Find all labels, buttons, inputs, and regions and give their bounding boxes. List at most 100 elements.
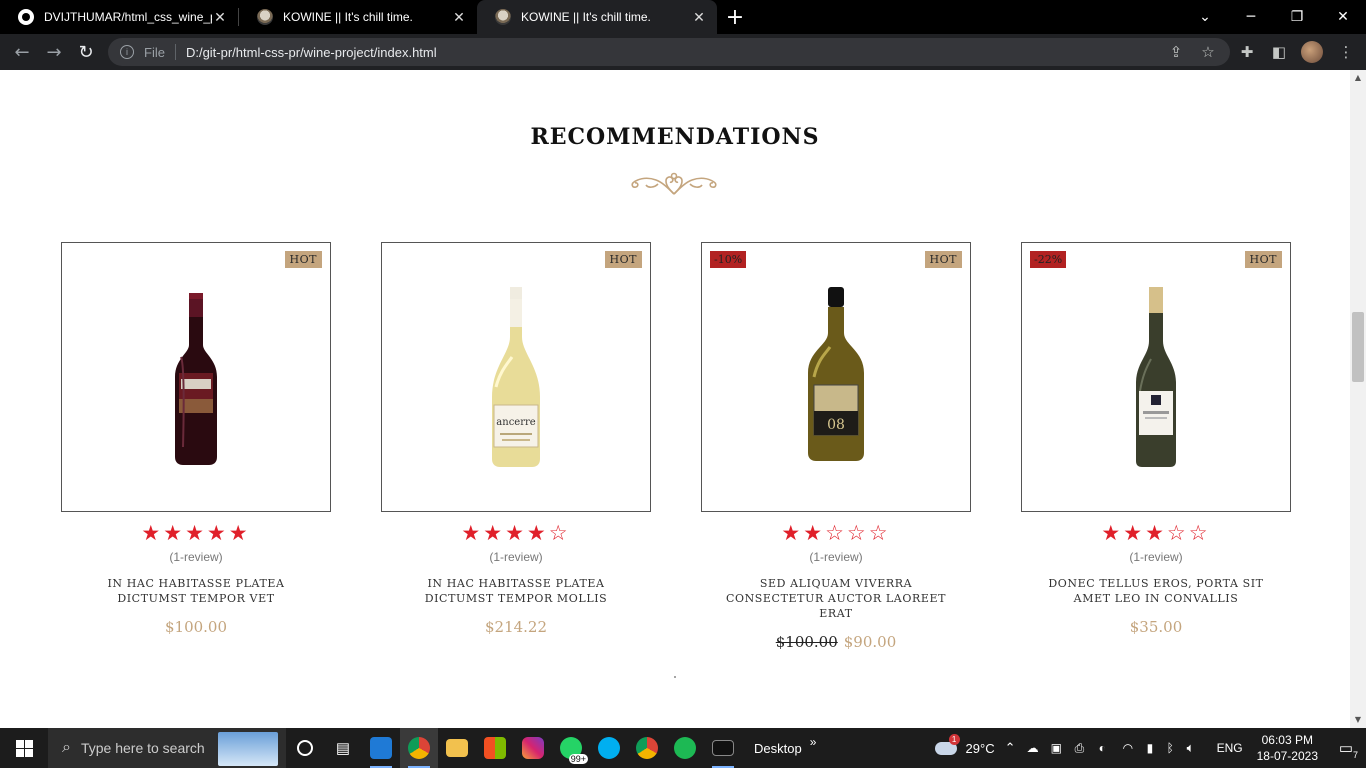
address-bar[interactable]: i File D:/git-pr/html-css-pr/wine-projec…: [108, 38, 1230, 66]
skype-icon[interactable]: [590, 728, 628, 768]
skype-glyph: [598, 737, 620, 759]
whatsapp-icon[interactable]: 99+: [552, 728, 590, 768]
weather-temperature[interactable]: 29°C: [966, 741, 995, 756]
close-icon[interactable]: ✕: [212, 9, 228, 25]
scrollbar-thumb[interactable]: [1352, 312, 1364, 382]
network-tray-icon[interactable]: ☁: [1027, 741, 1051, 755]
review-count[interactable]: (1-review): [381, 550, 651, 564]
rating-star-empty: ☆: [1166, 521, 1189, 545]
search-icon: ⌕: [62, 739, 71, 756]
close-icon[interactable]: ✕: [691, 9, 707, 25]
menu-icon[interactable]: ⋮: [1336, 42, 1356, 62]
info-icon[interactable]: i: [120, 45, 134, 59]
chrome-icon[interactable]: [400, 728, 438, 768]
cortana-icon[interactable]: [286, 728, 324, 768]
rating-star: ★: [483, 521, 506, 545]
web-page: RECOMMENDATIONS HOT ★★★★★ (1-review) IN …: [0, 70, 1350, 728]
minimize-icon[interactable]: ─: [1228, 0, 1274, 34]
instagram-glyph: [522, 737, 544, 759]
product-image-frame[interactable]: -10% HOT 08: [701, 242, 971, 512]
battery-icon[interactable]: ▮: [1147, 741, 1167, 755]
product-image-frame[interactable]: HOT: [61, 242, 331, 512]
start-button[interactable]: [0, 728, 48, 768]
back-icon[interactable]: ←: [6, 36, 38, 68]
price-current: $35.00: [1129, 618, 1183, 636]
window-close-icon[interactable]: ✕: [1320, 0, 1366, 34]
price-current: $100.00: [164, 618, 228, 636]
product-image-frame[interactable]: -22% HOT: [1021, 242, 1291, 512]
restore-icon[interactable]: ❐: [1274, 0, 1320, 34]
whatsapp-badge: 99+: [568, 754, 588, 764]
extensions-icon[interactable]: ✚: [1237, 42, 1257, 62]
bluetooth-icon[interactable]: ᛒ: [1167, 741, 1187, 755]
review-count[interactable]: (1-review): [1021, 550, 1291, 564]
cortana-ring: [297, 740, 313, 756]
share-icon[interactable]: ⇪: [1166, 42, 1186, 62]
microsoft-store-icon[interactable]: [476, 728, 514, 768]
tab-search-chevron-icon[interactable]: ⌄: [1182, 0, 1228, 34]
instagram-icon[interactable]: [514, 728, 552, 768]
product-name[interactable]: IN HAC HABITASSE PLATEA DICTUMST TEMPOR …: [61, 576, 331, 606]
rating-star-empty: ☆: [1188, 521, 1211, 545]
profile-avatar[interactable]: [1301, 41, 1323, 63]
wifi-icon[interactable]: ◠: [1123, 741, 1147, 755]
rating-star: ★: [461, 521, 484, 545]
desktop-toolbar-label[interactable]: Desktop: [754, 741, 802, 756]
price-current: $214.22: [484, 618, 548, 636]
rating-star: ★: [781, 521, 804, 545]
scrollbar-track[interactable]: [1350, 70, 1366, 728]
app-tray-icon[interactable]: ◐: [1099, 741, 1123, 755]
new-tab-button[interactable]: +: [717, 0, 753, 34]
vscode-glyph: [370, 737, 392, 759]
show-hidden-icons-icon[interactable]: ⌃: [1005, 740, 1027, 756]
language-indicator[interactable]: ENG: [1217, 741, 1243, 755]
clock-time: 06:03 PM: [1261, 733, 1313, 747]
terminal-icon[interactable]: [704, 728, 742, 768]
taskbar-search-box[interactable]: ⌕ Type here to search: [48, 728, 286, 768]
url-text[interactable]: D:/git-pr/html-css-pr/wine-project/index…: [186, 45, 437, 60]
forward-icon[interactable]: →: [38, 36, 70, 68]
product-price: $214.22: [381, 618, 651, 636]
tab-github[interactable]: DVIJTHUMAR/html_css_wine_pro ✕: [0, 0, 238, 34]
chrome-alt-icon[interactable]: [628, 728, 666, 768]
tab-kowine-2[interactable]: KOWINE || It's chill time. ✕: [477, 0, 717, 34]
volume-icon[interactable]: 🔈︎: [1187, 740, 1211, 756]
product-card[interactable]: -22% HOT ★★★☆☆ (1-review) DONEC TELLUS E…: [1021, 242, 1291, 636]
flourish-ornament-icon: [631, 172, 717, 195]
toolbar-overflow-icon[interactable]: »: [810, 735, 817, 749]
product-image-frame[interactable]: HOT ancerre: [381, 242, 651, 512]
carousel-dot[interactable]: [674, 676, 676, 678]
notifications-icon[interactable]: ▭ 7: [1326, 728, 1366, 768]
clock[interactable]: 06:03 PM 18-07-2023: [1249, 732, 1326, 764]
rating-star: ★: [185, 521, 207, 545]
rating-star: ★: [1101, 521, 1124, 545]
close-icon[interactable]: ✕: [451, 9, 467, 25]
product-card[interactable]: HOT ★★★★★ (1-review) IN HAC HABITASSE PL…: [61, 242, 331, 636]
task-view-glyph: ▤: [335, 740, 351, 757]
bookmark-star-icon[interactable]: ☆: [1198, 42, 1218, 62]
review-count[interactable]: (1-review): [701, 550, 971, 564]
task-view-icon[interactable]: ▤: [324, 728, 362, 768]
product-name[interactable]: IN HAC HABITASSE PLATEA DICTUMST TEMPOR …: [381, 576, 651, 606]
weather-cloud-icon[interactable]: 1: [930, 728, 962, 768]
product-card[interactable]: HOT ancerre ★★★★☆ (1-review) IN HAC HABI…: [381, 242, 651, 636]
product-name[interactable]: DONEC TELLUS EROS, PORTA SIT AMET LEO IN…: [1021, 576, 1291, 606]
review-count[interactable]: (1-review): [61, 550, 331, 564]
reload-icon[interactable]: ↻: [70, 36, 102, 68]
section-title: RECOMMENDATIONS: [530, 124, 820, 150]
side-panel-icon[interactable]: ◧: [1269, 42, 1289, 62]
scroll-up-arrow-icon[interactable]: ▲: [1350, 70, 1366, 84]
product-name[interactable]: SED ALIQUAM VIVERRA CONSECTETUR AUCTOR L…: [701, 576, 971, 621]
screen-capture-icon[interactable]: ▣: [1051, 741, 1075, 755]
weather-badge: 1: [948, 734, 960, 745]
file-explorer-icon[interactable]: [438, 728, 476, 768]
system-tray: 1 29°C ⌃ ☁ ▣ ⎙ ◐ ◠ ▮ ᛒ 🔈︎ ENG 06:03 PM 1…: [930, 728, 1366, 768]
tab-kowine-1[interactable]: KOWINE || It's chill time. ✕: [239, 0, 477, 34]
wine-icon: [495, 9, 511, 25]
vscode-icon[interactable]: [362, 728, 400, 768]
product-card[interactable]: -10% HOT 08 ★★☆☆☆ (1-review) SED ALIQUAM…: [701, 242, 971, 651]
spotify-icon[interactable]: [666, 728, 704, 768]
meet-camera-icon[interactable]: ⎙: [1075, 741, 1099, 756]
scroll-down-arrow-icon[interactable]: ▼: [1350, 712, 1366, 726]
chrome-glyph: [408, 737, 430, 759]
